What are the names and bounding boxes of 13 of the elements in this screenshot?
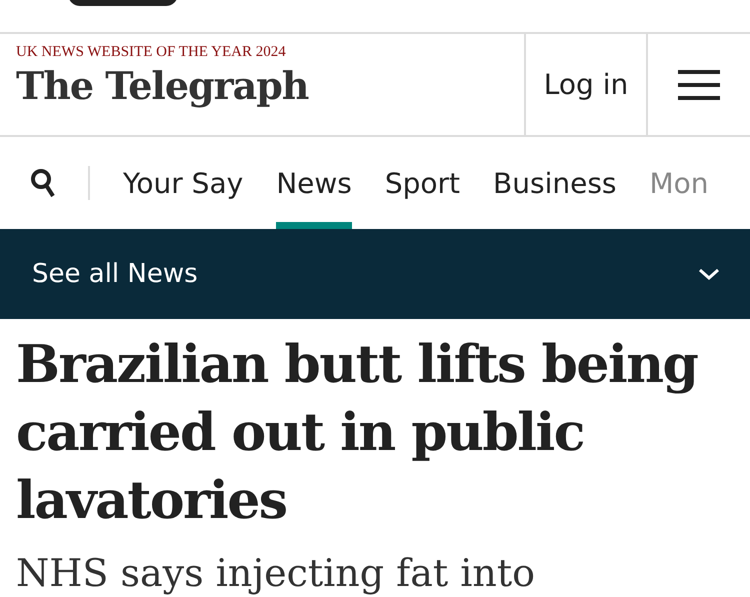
nav-tab[interactable]: Business (493, 137, 617, 230)
masthead-logo[interactable]: The Telegraph (16, 62, 524, 108)
search-icon (30, 168, 56, 198)
article-headline: Brazilian butt lifts being carried out in public lavatories (16, 333, 699, 533)
section-dropdown[interactable]: See all News (0, 229, 750, 319)
nav-tab[interactable]: Your Say (123, 137, 244, 230)
article-standfirst: NHS says injecting fat into (16, 550, 536, 597)
menu-icon (678, 70, 720, 100)
nav-tab[interactable]: Mon (650, 137, 709, 230)
nav-tab[interactable]: Sport (384, 137, 460, 230)
award-tagline: UK NEWS WEBSITE OF THE YEAR 2024 (16, 44, 287, 61)
chevron-down-icon (698, 268, 720, 280)
section-label: See all News (32, 259, 198, 290)
